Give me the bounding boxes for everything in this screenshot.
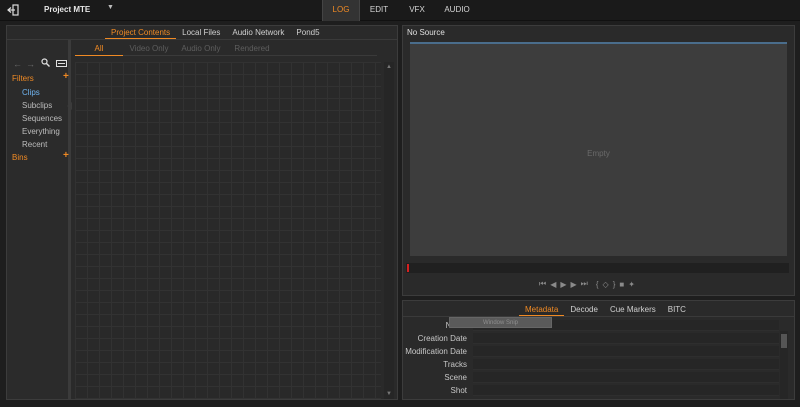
step-back-icon[interactable]: ◀ <box>550 280 556 289</box>
sidebar-item-recent[interactable]: Recent <box>22 140 47 149</box>
add-filter-icon[interactable]: + <box>63 72 69 82</box>
sidebar-item-sequences[interactable]: Sequences <box>22 114 62 123</box>
caret-down-icon[interactable]: ▼ <box>107 4 114 11</box>
shot-field[interactable] <box>473 385 779 396</box>
keyboard-icon[interactable] <box>56 59 67 69</box>
metadata-tabs: Metadata Decode Cue Markers BITC <box>519 304 692 316</box>
tab-edit[interactable]: EDIT <box>360 0 398 21</box>
browser-scrollbar[interactable]: ▲ ▼ <box>384 62 394 399</box>
viewer-screen[interactable]: Empty <box>410 42 787 256</box>
tab-bitc[interactable]: BITC <box>662 304 692 316</box>
metadata-row-tracks: Tracks <box>403 358 783 371</box>
playhead[interactable] <box>407 264 409 272</box>
modification-date-field[interactable] <box>473 346 779 357</box>
metadata-row-creation-date: Creation Date <box>403 332 783 345</box>
bins-label: Bins <box>12 153 28 162</box>
selection-pointer <box>67 102 72 110</box>
scroll-down-icon[interactable]: ▼ <box>386 391 392 397</box>
tooltip: Window Snip <box>449 317 552 328</box>
creation-date-field[interactable] <box>473 333 779 344</box>
go-to-start-icon[interactable]: ⏮ <box>539 279 546 289</box>
tab-project-contents[interactable]: Project Contents <box>105 27 177 39</box>
sidebar-item-clips[interactable]: Clips <box>22 88 40 97</box>
tracks-field[interactable] <box>473 359 779 370</box>
mark-in-icon[interactable]: { <box>596 280 599 289</box>
field-label: Shot <box>450 386 467 395</box>
mode-tabs: LOG EDIT VFX AUDIO <box>322 0 478 21</box>
add-bin-icon[interactable]: + <box>63 151 69 161</box>
scroll-up-icon[interactable]: ▲ <box>386 64 392 70</box>
browser-sidebar: ← → Filters + Clips Subclips Sequences E… <box>7 40 72 399</box>
lock-icon[interactable]: ■ <box>619 280 624 289</box>
step-forward-icon[interactable]: ▶ <box>571 280 577 289</box>
clip-grid[interactable] <box>75 62 381 399</box>
metadata-row-shot: Shot <box>403 384 783 397</box>
sidebar-item-subclips[interactable]: Subclips <box>22 101 52 110</box>
field-label: Modification Date <box>405 347 467 356</box>
tab-vfx[interactable]: VFX <box>398 0 436 21</box>
sidebar-toolbar: ← → <box>13 58 71 69</box>
viewer-timeline[interactable] <box>406 263 789 273</box>
filters-label: Filters <box>12 74 34 83</box>
scrollbar-thumb[interactable] <box>781 334 787 348</box>
metadata-row-scene: Scene <box>403 371 783 384</box>
play-icon[interactable]: ▶ <box>560 280 566 289</box>
go-to-end-icon[interactable]: ⏭ <box>581 279 588 289</box>
mark-out-icon[interactable]: } <box>613 280 616 289</box>
tab-log[interactable]: LOG <box>322 0 360 21</box>
field-label: Scene <box>444 373 467 382</box>
back-arrow-icon[interactable]: ← <box>13 59 22 69</box>
tab-local-files[interactable]: Local Files <box>176 27 226 39</box>
active-subtab-indicator <box>75 55 123 56</box>
tab-cue-markers[interactable]: Cue Markers <box>604 304 662 316</box>
viewer-panel: No Source Empty ⏮ ◀ ▶ ▶ ⏭ { ◇ } ■ ✦ <box>402 25 795 296</box>
transport-controls: ⏮ ◀ ▶ ▶ ⏭ { ◇ } ■ ✦ <box>539 279 639 289</box>
metadata-scrollbar[interactable] <box>780 331 788 399</box>
search-icon[interactable] <box>41 58 50 69</box>
tab-audio-network[interactable]: Audio Network <box>226 27 290 39</box>
field-label: Creation Date <box>417 334 467 343</box>
metadata-row-modification-date: Modification Date <box>403 345 783 358</box>
top-bar: Project MTE ▼ LOG EDIT VFX AUDIO <box>0 0 800 21</box>
project-title[interactable]: Project MTE <box>44 5 90 14</box>
mark-clip-icon[interactable]: ◇ <box>603 280 609 289</box>
project-browser-panel: Project Contents Local Files Audio Netwo… <box>6 25 398 400</box>
exit-icon[interactable] <box>7 4 19 16</box>
sidebar-item-everything[interactable]: Everything <box>22 127 60 136</box>
viewer-title: No Source <box>407 28 445 37</box>
viewer-empty-label: Empty <box>587 149 610 158</box>
add-marker-icon[interactable]: ✦ <box>628 280 635 289</box>
tab-audio[interactable]: AUDIO <box>436 0 478 21</box>
tab-metadata[interactable]: Metadata <box>519 304 565 316</box>
browser-tabs: Project Contents Local Files Audio Netwo… <box>105 27 326 39</box>
field-label: Tracks <box>443 360 467 369</box>
tab-decode[interactable]: Decode <box>564 304 604 316</box>
metadata-panel: Metadata Decode Cue Markers BITC Name Cr… <box>402 300 795 400</box>
scene-field[interactable] <box>473 372 779 383</box>
tab-pond5[interactable]: Pond5 <box>290 27 325 39</box>
forward-arrow-icon[interactable]: → <box>26 59 35 69</box>
